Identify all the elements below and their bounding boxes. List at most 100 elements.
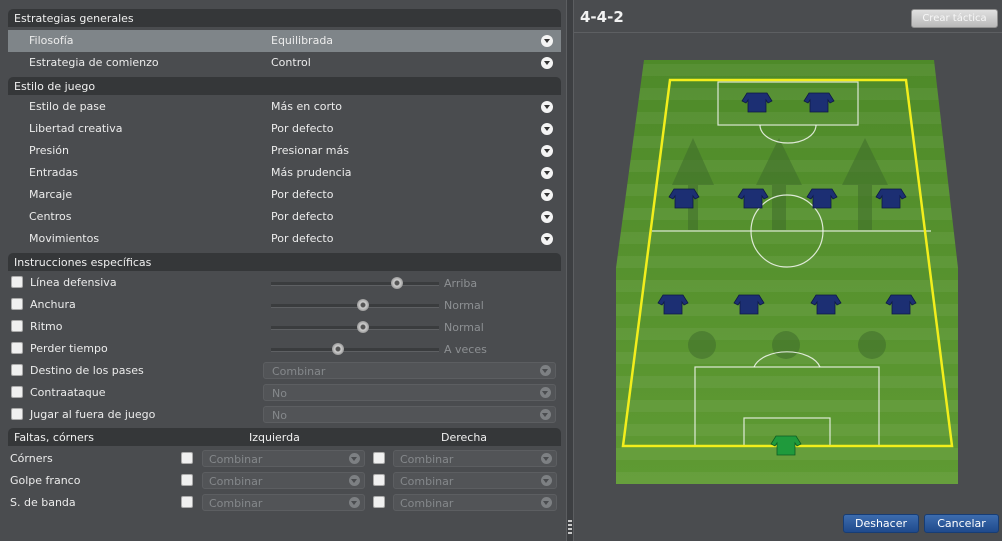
row-value: Por defecto bbox=[271, 210, 334, 223]
chevron-down-icon[interactable] bbox=[541, 145, 553, 157]
section-title: Instrucciones específicas bbox=[14, 256, 152, 269]
time-wasting-row: Perder tiempo A veces bbox=[8, 338, 561, 360]
chevron-down-icon[interactable] bbox=[541, 189, 553, 201]
row-value: Más prudencia bbox=[271, 166, 352, 179]
right-checkbox[interactable] bbox=[373, 452, 385, 464]
pass-target-row: Destino de los pases Combinar bbox=[8, 360, 561, 382]
offside-trap-dropdown[interactable]: No bbox=[263, 406, 556, 423]
right-checkbox[interactable] bbox=[373, 474, 385, 486]
offside-trap-row: Jugar al fuera de juego No bbox=[8, 404, 561, 426]
right-dropdown[interactable]: Combinar bbox=[393, 494, 557, 511]
chevron-down-icon[interactable] bbox=[541, 211, 553, 223]
play-style-header: Estilo de juego bbox=[8, 77, 561, 95]
row-label: Destino de los pases bbox=[30, 364, 144, 377]
row-label: Ritmo bbox=[30, 320, 63, 333]
row-label: Córners bbox=[10, 452, 53, 465]
chevron-down-icon bbox=[349, 475, 360, 486]
slider-value: Normal bbox=[444, 299, 484, 312]
start-strategy-row[interactable]: Estrategia de comienzo Control bbox=[8, 52, 561, 74]
dropdown-value: Combinar bbox=[209, 475, 263, 488]
chevron-down-icon[interactable] bbox=[541, 57, 553, 69]
chevron-down-icon[interactable] bbox=[541, 167, 553, 179]
section-title: Estilo de juego bbox=[14, 80, 96, 93]
row-label: Golpe franco bbox=[10, 474, 81, 487]
counter-attack-dropdown[interactable]: No bbox=[263, 384, 556, 401]
pass-target-dropdown[interactable]: Combinar bbox=[263, 362, 556, 379]
left-checkbox[interactable] bbox=[181, 496, 193, 508]
slider-knob[interactable] bbox=[357, 321, 370, 333]
row-label: S. de banda bbox=[10, 496, 76, 509]
slider-value: Normal bbox=[444, 321, 484, 334]
dropdown-value: Combinar bbox=[400, 497, 454, 510]
width-checkbox[interactable] bbox=[11, 298, 23, 310]
tempo-checkbox[interactable] bbox=[11, 320, 23, 332]
left-checkbox[interactable] bbox=[181, 452, 193, 464]
slider-knob[interactable] bbox=[332, 343, 345, 355]
row-label: Estilo de pase bbox=[29, 100, 106, 113]
set-pieces-title: Faltas, córners bbox=[14, 431, 94, 444]
right-checkbox[interactable] bbox=[373, 496, 385, 508]
throw-in-row: S. de banda Combinar Combinar bbox=[0, 492, 566, 514]
chevron-down-icon bbox=[541, 475, 552, 486]
counter-attack-checkbox[interactable] bbox=[11, 386, 23, 398]
right-dropdown[interactable]: Combinar bbox=[393, 472, 557, 489]
create-tactic-button[interactable]: Crear táctica bbox=[911, 9, 998, 28]
row-value: Presionar más bbox=[271, 144, 349, 157]
chevron-down-icon[interactable] bbox=[541, 233, 553, 245]
corners-row: Córners Combinar Combinar bbox=[0, 448, 566, 470]
chevron-down-icon bbox=[540, 387, 551, 398]
pitch-stripes bbox=[616, 60, 958, 484]
row-label: Anchura bbox=[30, 298, 76, 311]
left-dropdown[interactable]: Combinar bbox=[202, 494, 365, 511]
row-label: Filosofía bbox=[29, 34, 74, 47]
defensive-line-checkbox[interactable] bbox=[11, 276, 23, 288]
slider-value: Arriba bbox=[444, 277, 478, 290]
width-row: Anchura Normal bbox=[8, 294, 561, 316]
left-column-header: Izquierda bbox=[249, 431, 300, 444]
chevron-down-icon bbox=[540, 365, 551, 376]
passing-style-row[interactable]: Estilo de pase Más en corto bbox=[8, 96, 561, 118]
width-slider[interactable] bbox=[271, 299, 439, 311]
movement-row[interactable]: Movimientos Por defecto bbox=[8, 228, 561, 250]
undo-button[interactable]: Deshacer bbox=[843, 514, 919, 533]
marking-row[interactable]: Marcaje Por defecto bbox=[8, 184, 561, 206]
philosophy-row[interactable]: Filosofía Equilibrada bbox=[8, 30, 561, 52]
crossing-row[interactable]: Centros Por defecto bbox=[8, 206, 561, 228]
cancel-button[interactable]: Cancelar bbox=[924, 514, 999, 533]
left-dropdown[interactable]: Combinar bbox=[202, 472, 365, 489]
set-pieces-header: Faltas, córners Izquierda Derecha bbox=[8, 428, 561, 446]
tempo-slider[interactable] bbox=[271, 321, 439, 333]
row-label: Presión bbox=[29, 144, 69, 157]
chevron-down-icon[interactable] bbox=[541, 35, 553, 47]
right-dropdown[interactable]: Combinar bbox=[393, 450, 557, 467]
slider-knob[interactable] bbox=[357, 299, 370, 311]
row-value: Por defecto bbox=[271, 232, 334, 245]
chevron-down-icon[interactable] bbox=[541, 123, 553, 135]
chevron-down-icon bbox=[349, 497, 360, 508]
pressing-row[interactable]: Presión Presionar más bbox=[8, 140, 561, 162]
creative-freedom-row[interactable]: Libertad creativa Por defecto bbox=[8, 118, 561, 140]
row-label: Estrategia de comienzo bbox=[29, 56, 159, 69]
chevron-down-icon[interactable] bbox=[541, 101, 553, 113]
panel-splitter[interactable] bbox=[566, 0, 574, 541]
section-title: Estrategias generales bbox=[14, 12, 134, 25]
header-divider bbox=[574, 32, 1002, 33]
offside-trap-checkbox[interactable] bbox=[11, 408, 23, 420]
splitter-grip-icon[interactable] bbox=[568, 520, 572, 534]
dropdown-value: Combinar bbox=[272, 365, 326, 378]
row-value: Más en corto bbox=[271, 100, 343, 113]
left-dropdown[interactable]: Combinar bbox=[202, 450, 365, 467]
left-checkbox[interactable] bbox=[181, 474, 193, 486]
pass-target-checkbox[interactable] bbox=[11, 364, 23, 376]
dropdown-value: Combinar bbox=[209, 453, 263, 466]
dropdown-value: No bbox=[272, 409, 287, 422]
chevron-down-icon bbox=[541, 497, 552, 508]
defensive-line-slider[interactable] bbox=[271, 277, 439, 289]
time-wasting-slider[interactable] bbox=[271, 343, 439, 355]
chevron-down-icon bbox=[541, 453, 552, 464]
tackling-row[interactable]: Entradas Más prudencia bbox=[8, 162, 561, 184]
slider-knob[interactable] bbox=[391, 277, 403, 289]
row-label: Movimientos bbox=[29, 232, 100, 245]
row-label: Perder tiempo bbox=[30, 342, 108, 355]
time-wasting-checkbox[interactable] bbox=[11, 342, 23, 354]
